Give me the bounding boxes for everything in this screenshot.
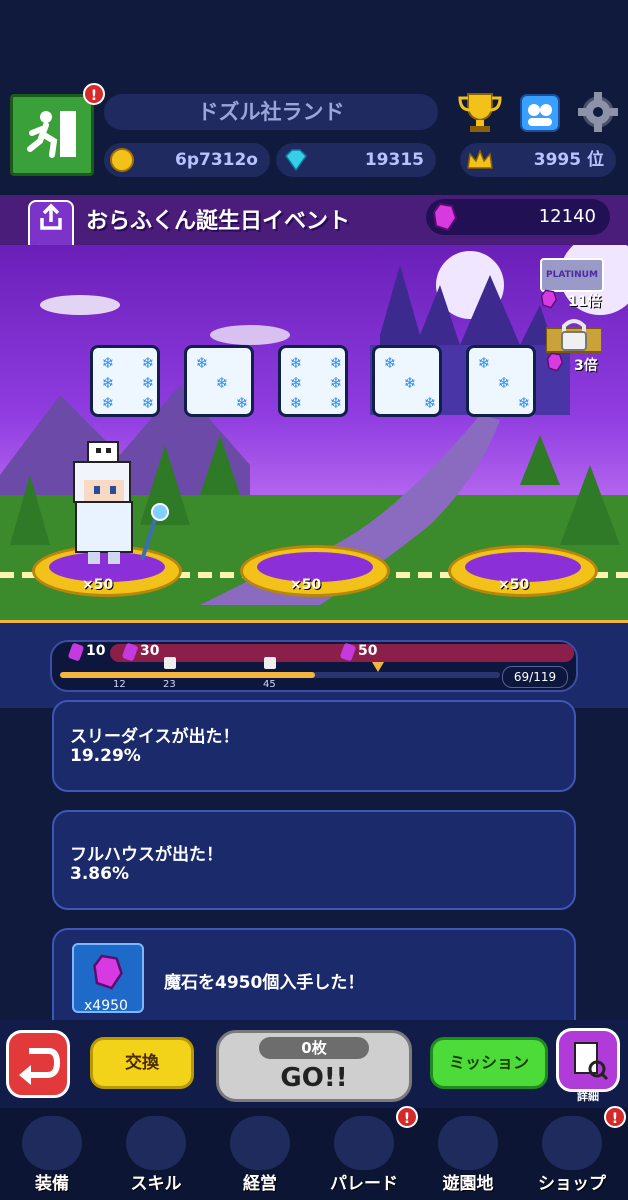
- lock-multiplier: 3倍: [574, 358, 598, 374]
- notification-badge: !: [396, 1106, 418, 1128]
- return-arrow-icon: [19, 1048, 61, 1085]
- coin-value: 6p7312o: [175, 150, 258, 170]
- magic-stone-icon: [432, 202, 458, 232]
- magic-stone-icon: [546, 352, 564, 372]
- snowflake-pip-icon: ❄: [497, 374, 511, 392]
- snowflake-pip-icon: ❄: [235, 394, 249, 412]
- ticket-count: 0枚: [259, 1037, 369, 1059]
- platinum-multiplier: 11倍: [568, 294, 602, 310]
- log-text: フルハウスが出た！: [70, 845, 223, 865]
- space-reward-label: ×50: [498, 577, 530, 593]
- tick-label: 45: [263, 679, 276, 690]
- exchange-button[interactable]: 交換: [90, 1037, 194, 1089]
- diamond-icon: [285, 149, 307, 172]
- snowflake-pip-icon: ❄: [329, 394, 343, 412]
- snowflake-pip-icon: ❄: [141, 354, 155, 372]
- snowflake-pip-icon: ❄: [101, 354, 115, 372]
- die-4: ❄ ❄ ❄: [372, 345, 442, 417]
- rank-value: 3995 位: [533, 150, 604, 170]
- land-name: ドズル社ランド: [104, 94, 438, 130]
- exit-running-man-icon: [27, 111, 76, 158]
- park-gate-icon: [438, 1116, 498, 1170]
- backpack-icon: [22, 1116, 82, 1170]
- log-text: スリーダイスが出た！: [70, 727, 240, 747]
- magic-stone-icon: [93, 954, 123, 990]
- milestone-reward: 10: [86, 643, 106, 659]
- share-icon: [40, 203, 62, 230]
- snowflake-pip-icon: ❄: [517, 394, 531, 412]
- go-label: GO!!: [280, 1063, 348, 1093]
- die-1: ❄ ❄ ❄ ❄ ❄ ❄: [90, 345, 160, 417]
- player-character-sprite: [73, 441, 169, 564]
- snowflake-pip-icon: ❄: [423, 394, 437, 412]
- event-points-value: 12140: [538, 206, 596, 227]
- notification-badge: !: [83, 83, 105, 105]
- snowflake-pip-icon: ❄: [329, 354, 343, 372]
- die-5: ❄ ❄ ❄: [466, 345, 536, 417]
- space-reward-label: ×50: [82, 577, 114, 593]
- die-3: ❄ ❄ ❄ ❄ ❄ ❄: [278, 345, 348, 417]
- building-icon: [230, 1116, 290, 1170]
- snowflake-pip-icon: ❄: [289, 374, 303, 392]
- tick-label: 23: [163, 679, 176, 690]
- log-card: フルハウスが出た！ 3.86%: [52, 810, 576, 910]
- lock-icon[interactable]: [546, 318, 602, 354]
- tab-amusement-park[interactable]: 遊園地: [418, 1112, 518, 1198]
- progress-marker-icon: [372, 662, 384, 672]
- fist-icon: [126, 1116, 186, 1170]
- coin-icon: [110, 148, 134, 172]
- log-probability: 3.86%: [70, 864, 129, 884]
- rank-counter[interactable]: 3995 位: [460, 143, 616, 177]
- document-search-icon: [574, 1042, 609, 1081]
- snowflake-pip-icon: ❄: [383, 354, 397, 372]
- dice-milestone-icon: [164, 657, 176, 669]
- settings-gear-icon[interactable]: [576, 90, 620, 134]
- snowflake-pip-icon: ❄: [141, 374, 155, 392]
- detail-label: 詳細: [577, 1090, 599, 1103]
- trophy-icon[interactable]: [456, 92, 504, 134]
- progress-fill: [60, 672, 316, 678]
- friends-icon[interactable]: [520, 94, 560, 132]
- crown-icon: [467, 148, 493, 169]
- log-probability: 19.29%: [70, 746, 141, 766]
- snowflake-pip-icon: ❄: [477, 354, 491, 372]
- snowflake-pip-icon: ❄: [289, 354, 303, 372]
- detail-button[interactable]: [556, 1028, 620, 1092]
- platinum-card[interactable]: PLATINUM: [540, 258, 604, 292]
- snowflake-pip-icon: ❄: [195, 354, 209, 372]
- event-points-counter: 12140: [426, 199, 610, 235]
- snowflake-pip-icon: ❄: [101, 374, 115, 392]
- shopkeeper-icon: [542, 1116, 602, 1170]
- milestone-reward: 50: [358, 643, 378, 659]
- tick-label: 12: [113, 679, 126, 690]
- die-2: ❄ ❄ ❄: [184, 345, 254, 417]
- tab-equipment[interactable]: 装備: [2, 1112, 102, 1198]
- tab-skill[interactable]: スキル: [106, 1112, 206, 1198]
- snowflake-pip-icon: ❄: [403, 374, 417, 392]
- progress-count: 69/119: [502, 666, 568, 688]
- gem-counter: 19315: [276, 143, 436, 177]
- log-card: スリーダイスが出た！ 19.29%: [52, 700, 576, 792]
- exit-button[interactable]: !: [10, 83, 105, 176]
- notification-badge: !: [604, 1106, 626, 1128]
- snowflake-pip-icon: ❄: [101, 394, 115, 412]
- coin-counter: 6p7312o: [104, 143, 270, 177]
- mission-button[interactable]: ミッション: [430, 1037, 548, 1089]
- reward-count: x4950: [84, 998, 128, 1014]
- go-button[interactable]: 0枚 GO!!: [216, 1030, 412, 1102]
- log-text: 魔石を4950個入手した！: [164, 973, 365, 993]
- magic-stone-icon: [540, 289, 558, 309]
- dice-milestone-icon: [264, 657, 276, 669]
- gem-value: 19315: [364, 150, 424, 170]
- snowflake-pip-icon: ❄: [329, 374, 343, 392]
- milestone-reward: 30: [140, 643, 160, 659]
- return-button[interactable]: [6, 1030, 70, 1098]
- space-reward-label: ×50: [290, 577, 322, 593]
- event-title: おらふくん誕生日イベント: [86, 209, 351, 234]
- snowflake-pip-icon: ❄: [289, 394, 303, 412]
- tab-management[interactable]: 経営: [210, 1112, 310, 1198]
- snowflake-pip-icon: ❄: [215, 374, 229, 392]
- snowflake-pip-icon: ❄: [141, 394, 155, 412]
- trumpet-icon: [334, 1116, 394, 1170]
